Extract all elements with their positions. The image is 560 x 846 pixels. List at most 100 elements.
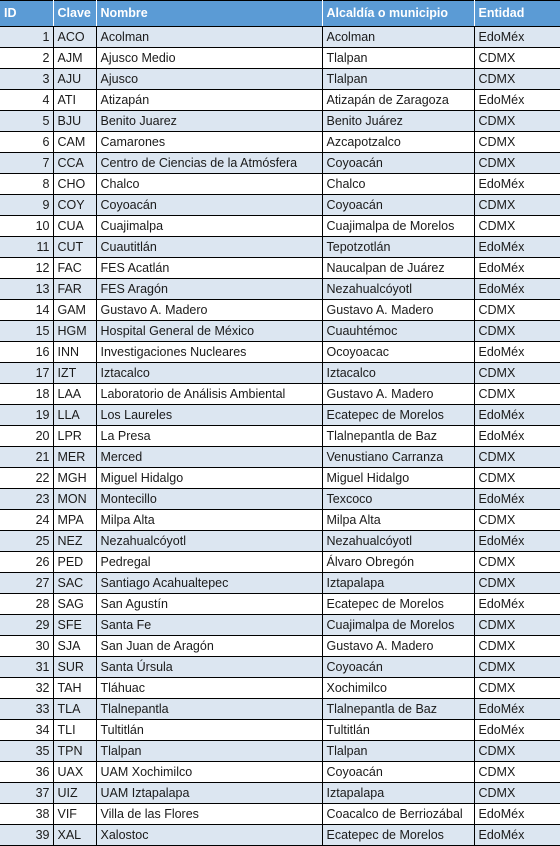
cell-alcaldia[interactable]: Cuajimalpa de Morelos xyxy=(322,614,475,636)
cell-alcaldia[interactable]: Tlalnepantla de Baz xyxy=(322,425,475,447)
table-row[interactable]: 21 MER Merced Venustiano Carranza CDMX xyxy=(0,446,560,468)
cell-id[interactable]: 16 xyxy=(0,341,54,363)
cell-entidad[interactable]: CDMX xyxy=(474,572,560,594)
cell-clave[interactable]: HGM xyxy=(53,320,97,342)
cell-nombre[interactable]: UAM Xochimilco xyxy=(96,761,323,783)
cell-entidad[interactable]: EdoMéx xyxy=(474,341,560,363)
cell-entidad[interactable]: CDMX xyxy=(474,110,560,132)
cell-nombre[interactable]: Tultitlán xyxy=(96,719,323,741)
cell-nombre[interactable]: Cuautitlán xyxy=(96,236,323,258)
cell-nombre[interactable]: Merced xyxy=(96,446,323,468)
cell-clave[interactable]: MON xyxy=(53,488,97,510)
cell-entidad[interactable]: EdoMéx xyxy=(474,257,560,279)
cell-alcaldia[interactable]: Azcapotzalco xyxy=(322,131,475,153)
cell-id[interactable]: 11 xyxy=(0,236,54,258)
cell-nombre[interactable]: Acolman xyxy=(96,26,323,48)
cell-entidad[interactable]: CDMX xyxy=(474,68,560,90)
cell-clave[interactable]: UAX xyxy=(53,761,97,783)
table-row[interactable]: 39 XAL Xalostoc Ecatepec de Morelos EdoMéx xyxy=(0,824,560,846)
cell-entidad[interactable]: EdoMéx xyxy=(474,530,560,552)
cell-id[interactable]: 7 xyxy=(0,152,54,174)
cell-alcaldia[interactable]: Milpa Alta xyxy=(322,509,475,531)
cell-nombre[interactable]: Chalco xyxy=(96,173,323,195)
cell-entidad[interactable]: EdoMéx xyxy=(474,719,560,741)
table-row[interactable]: 11 CUT Cuautitlán Tepotzotlán EdoMéx xyxy=(0,236,560,258)
cell-entidad[interactable]: EdoMéx xyxy=(474,89,560,111)
cell-clave[interactable]: BJU xyxy=(53,110,97,132)
cell-nombre[interactable]: Centro de Ciencias de la Atmósfera xyxy=(96,152,323,174)
cell-entidad[interactable]: CDMX xyxy=(474,467,560,489)
table-row[interactable]: 28 SAG San Agustín Ecatepec de Morelos EdoMé… xyxy=(0,593,560,615)
table-row[interactable]: 2 AJM Ajusco Medio Tlalpan CDMX xyxy=(0,47,560,69)
cell-alcaldia[interactable]: Ocoyoacac xyxy=(322,341,475,363)
cell-alcaldia[interactable]: Chalco xyxy=(322,173,475,195)
cell-clave[interactable]: SJA xyxy=(53,635,97,657)
cell-id[interactable]: 28 xyxy=(0,593,54,615)
cell-alcaldia[interactable]: Coacalco de Berriozábal xyxy=(322,803,475,825)
cell-entidad[interactable]: EdoMéx xyxy=(474,593,560,615)
cell-id[interactable]: 6 xyxy=(0,131,54,153)
table-row[interactable]: 4 ATI Atizapán Atizapán de Zaragoza EdoMéx xyxy=(0,89,560,111)
cell-alcaldia[interactable]: Tlalpan xyxy=(322,47,475,69)
cell-id[interactable]: 31 xyxy=(0,656,54,678)
cell-clave[interactable]: CAM xyxy=(53,131,97,153)
cell-alcaldia[interactable]: Iztacalco xyxy=(322,362,475,384)
table-row[interactable]: 33 TLA Tlalnepantla Tlalnepantla de Baz EdoM… xyxy=(0,698,560,720)
cell-nombre[interactable]: Investigaciones Nucleares xyxy=(96,341,323,363)
cell-clave[interactable]: ACO xyxy=(53,26,97,48)
cell-entidad[interactable]: CDMX xyxy=(474,362,560,384)
cell-clave[interactable]: IZT xyxy=(53,362,97,384)
cell-alcaldia[interactable]: Naucalpan de Juárez xyxy=(322,257,475,279)
cell-id[interactable]: 32 xyxy=(0,677,54,699)
table-row[interactable]: 17 IZT Iztacalco Iztacalco CDMX xyxy=(0,362,560,384)
cell-clave[interactable]: SAG xyxy=(53,593,97,615)
cell-alcaldia[interactable]: Coyoacán xyxy=(322,761,475,783)
cell-entidad[interactable]: CDMX xyxy=(474,761,560,783)
cell-alcaldia[interactable]: Tlalnepantla de Baz xyxy=(322,698,475,720)
column-header-entidad[interactable]: Entidad xyxy=(474,0,560,27)
cell-id[interactable]: 18 xyxy=(0,383,54,405)
table-row[interactable]: 13 FAR FES Aragón Nezahualcóyotl EdoMéx xyxy=(0,278,560,300)
cell-alcaldia[interactable]: Tlalpan xyxy=(322,68,475,90)
cell-clave[interactable]: AJU xyxy=(53,68,97,90)
cell-clave[interactable]: MGH xyxy=(53,467,97,489)
cell-nombre[interactable]: Los Laureles xyxy=(96,404,323,426)
cell-clave[interactable]: PED xyxy=(53,551,97,573)
cell-id[interactable]: 30 xyxy=(0,635,54,657)
table-row[interactable]: 6 CAM Camarones Azcapotzalco CDMX xyxy=(0,131,560,153)
table-row[interactable]: 20 LPR La Presa Tlalnepantla de Baz EdoMéx xyxy=(0,425,560,447)
cell-nombre[interactable]: Nezahualcóyotl xyxy=(96,530,323,552)
cell-nombre[interactable]: Camarones xyxy=(96,131,323,153)
table-row[interactable]: 24 MPA Milpa Alta Milpa Alta CDMX xyxy=(0,509,560,531)
cell-clave[interactable]: ATI xyxy=(53,89,97,111)
cell-id[interactable]: 10 xyxy=(0,215,54,237)
cell-clave[interactable]: GAM xyxy=(53,299,97,321)
table-row[interactable]: 34 TLI Tultitlán Tultitlán EdoMéx xyxy=(0,719,560,741)
cell-alcaldia[interactable]: Tultitlán xyxy=(322,719,475,741)
cell-entidad[interactable]: CDMX xyxy=(474,677,560,699)
cell-entidad[interactable]: EdoMéx xyxy=(474,236,560,258)
cell-alcaldia[interactable]: Cuajimalpa de Morelos xyxy=(322,215,475,237)
cell-nombre[interactable]: Tláhuac xyxy=(96,677,323,699)
cell-entidad[interactable]: CDMX xyxy=(474,152,560,174)
cell-nombre[interactable]: Montecillo xyxy=(96,488,323,510)
table-row[interactable]: 10 CUA Cuajimalpa Cuajimalpa de Morelos CDMX xyxy=(0,215,560,237)
table-row[interactable]: 23 MON Montecillo Texcoco EdoMéx xyxy=(0,488,560,510)
cell-entidad[interactable]: EdoMéx xyxy=(474,824,560,846)
table-row[interactable]: 19 LLA Los Laureles Ecatepec de Morelos EdoM… xyxy=(0,404,560,426)
cell-alcaldia[interactable]: Álvaro Obregón xyxy=(322,551,475,573)
table-row[interactable]: 31 SUR Santa Úrsula Coyoacán CDMX xyxy=(0,656,560,678)
cell-entidad[interactable]: CDMX xyxy=(474,446,560,468)
cell-id[interactable]: 39 xyxy=(0,824,54,846)
cell-entidad[interactable]: CDMX xyxy=(474,635,560,657)
table-row[interactable]: 16 INN Investigaciones Nucleares Ocoyoacac E… xyxy=(0,341,560,363)
cell-clave[interactable]: FAR xyxy=(53,278,97,300)
cell-nombre[interactable]: Atizapán xyxy=(96,89,323,111)
cell-id[interactable]: 4 xyxy=(0,89,54,111)
table-row[interactable]: 5 BJU Benito Juarez Benito Juárez CDMX xyxy=(0,110,560,132)
cell-clave[interactable]: TPN xyxy=(53,740,97,762)
table-row[interactable]: 38 VIF Villa de las Flores Coacalco de Berr… xyxy=(0,803,560,825)
cell-nombre[interactable]: Villa de las Flores xyxy=(96,803,323,825)
cell-alcaldia[interactable]: Coyoacán xyxy=(322,194,475,216)
cell-nombre[interactable]: Tlalnepantla xyxy=(96,698,323,720)
